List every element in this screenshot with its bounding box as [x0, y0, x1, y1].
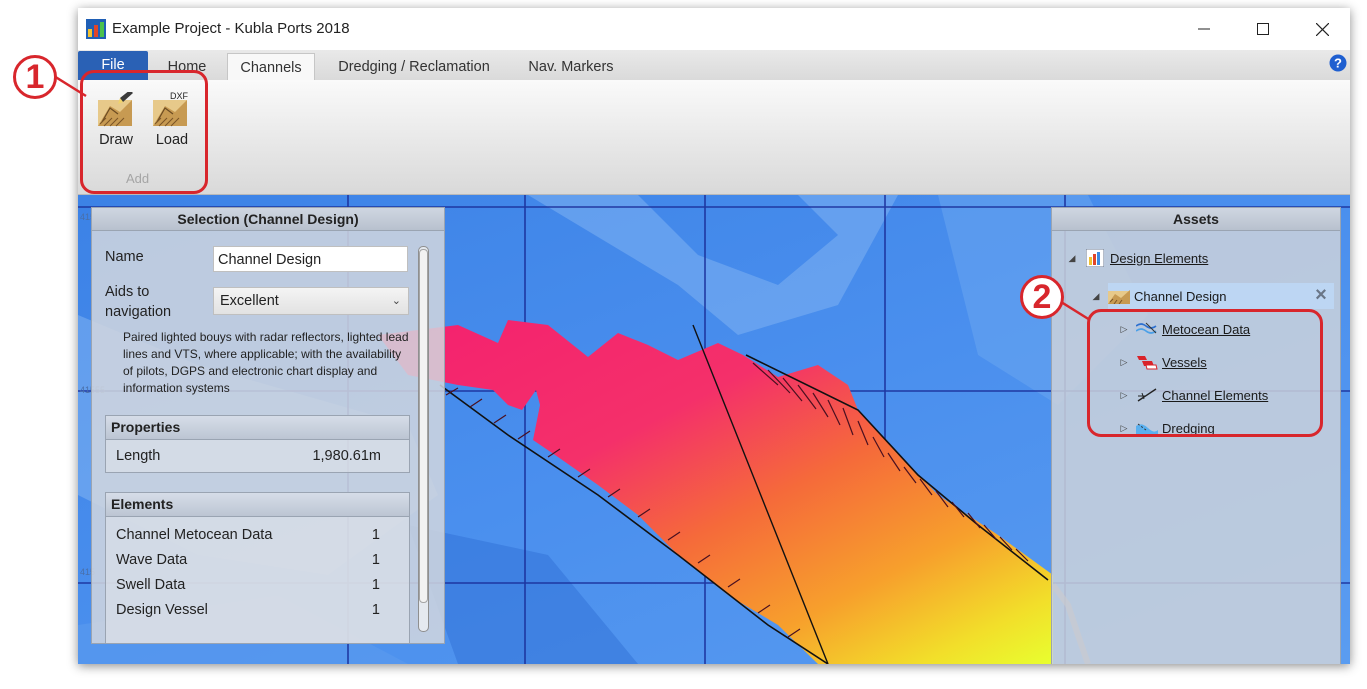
table-row: Wave Data 1 — [106, 548, 409, 573]
selection-panel: Selection (Channel Design) Name Channel … — [91, 207, 445, 644]
maximize-icon — [1257, 23, 1269, 35]
minimize-button[interactable] — [1182, 14, 1226, 44]
callout-marker-1: 1 — [13, 55, 57, 99]
element-name: Channel Metocean Data — [116, 527, 273, 543]
element-name: Swell Data — [116, 577, 186, 593]
property-key: Length — [116, 448, 161, 464]
properties-section: Properties Length 1,980.61m — [105, 415, 410, 473]
ribbon: Draw DXF Load Add — [78, 80, 1350, 195]
table-row: Swell Data 1 — [106, 573, 409, 598]
design-elements-icon — [1084, 249, 1106, 267]
element-name: Design Vessel — [116, 602, 208, 618]
tree-node-label: Channel Design — [1134, 288, 1227, 304]
chevron-down-icon: ⌄ — [391, 295, 401, 307]
tree-expanded-icon[interactable]: ◢ — [1066, 253, 1078, 264]
element-name: Wave Data — [116, 552, 188, 568]
svg-text:?: ? — [1334, 56, 1342, 71]
tree-node-design-elements[interactable]: ◢ Design Elements — [1066, 245, 1208, 271]
properties-header: Properties — [106, 416, 409, 440]
aids-label-line2: navigation — [105, 304, 172, 320]
callout-connector-1 — [54, 74, 87, 98]
close-window-icon — [1315, 22, 1329, 36]
ribbon-tabs: File Home Channels Dredging / Reclamatio… — [78, 50, 1350, 82]
close-icon[interactable]: × — [1312, 284, 1330, 306]
element-count: 1 — [371, 552, 380, 568]
assets-panel-title: Assets — [1052, 208, 1340, 231]
window-title: Example Project - Kubla Ports 2018 — [112, 20, 350, 37]
callout-marker-2: 2 — [1020, 275, 1064, 319]
title-bar: Example Project - Kubla Ports 2018 — [78, 8, 1350, 50]
name-label: Name — [105, 249, 144, 265]
aids-description: Paired lighted bouys with radar reflecto… — [123, 330, 409, 395]
callout-connector-2 — [1058, 298, 1091, 322]
elements-header: Elements — [106, 493, 409, 517]
callout-box-2 — [1087, 309, 1323, 437]
tree-node-label: Design Elements — [1110, 250, 1209, 266]
tab-channels[interactable]: Channels — [227, 53, 315, 82]
scrollbar-thumb[interactable] — [419, 249, 428, 603]
elements-section: Elements Channel Metocean Data 1 Wave Da… — [105, 492, 410, 644]
callout-box-1 — [80, 70, 208, 194]
name-input[interactable]: Channel Design — [213, 246, 408, 272]
element-count: 1 — [371, 602, 380, 618]
selection-panel-scrollbar[interactable] — [418, 246, 429, 632]
app-icon — [86, 19, 106, 39]
minimize-icon — [1198, 28, 1210, 30]
tab-dredging-reclamation[interactable]: Dredging / Reclamation — [323, 55, 505, 80]
maximize-button[interactable] — [1241, 14, 1285, 44]
close-button[interactable] — [1300, 14, 1344, 44]
table-row: Channel Metocean Data 1 — [106, 523, 409, 548]
aids-to-navigation-select[interactable]: Excellent ⌄ — [213, 287, 409, 315]
property-value: 1,980.61m — [312, 448, 381, 464]
help-icon[interactable]: ? — [1329, 54, 1347, 72]
aids-select-value: Excellent — [220, 293, 279, 309]
property-row-length: Length 1,980.61m — [106, 444, 409, 469]
table-row: Design Vessel 1 — [106, 598, 409, 623]
channel-design-icon — [1108, 287, 1130, 305]
element-count: 1 — [371, 577, 380, 593]
element-count: 1 — [371, 527, 380, 543]
selection-panel-title: Selection (Channel Design) — [92, 208, 444, 231]
tree-node-channel-design[interactable]: ◢ Channel Design — [1090, 283, 1227, 309]
tab-nav-markers[interactable]: Nav. Markers — [515, 55, 627, 80]
aids-label-line1: Aids to — [105, 284, 150, 300]
